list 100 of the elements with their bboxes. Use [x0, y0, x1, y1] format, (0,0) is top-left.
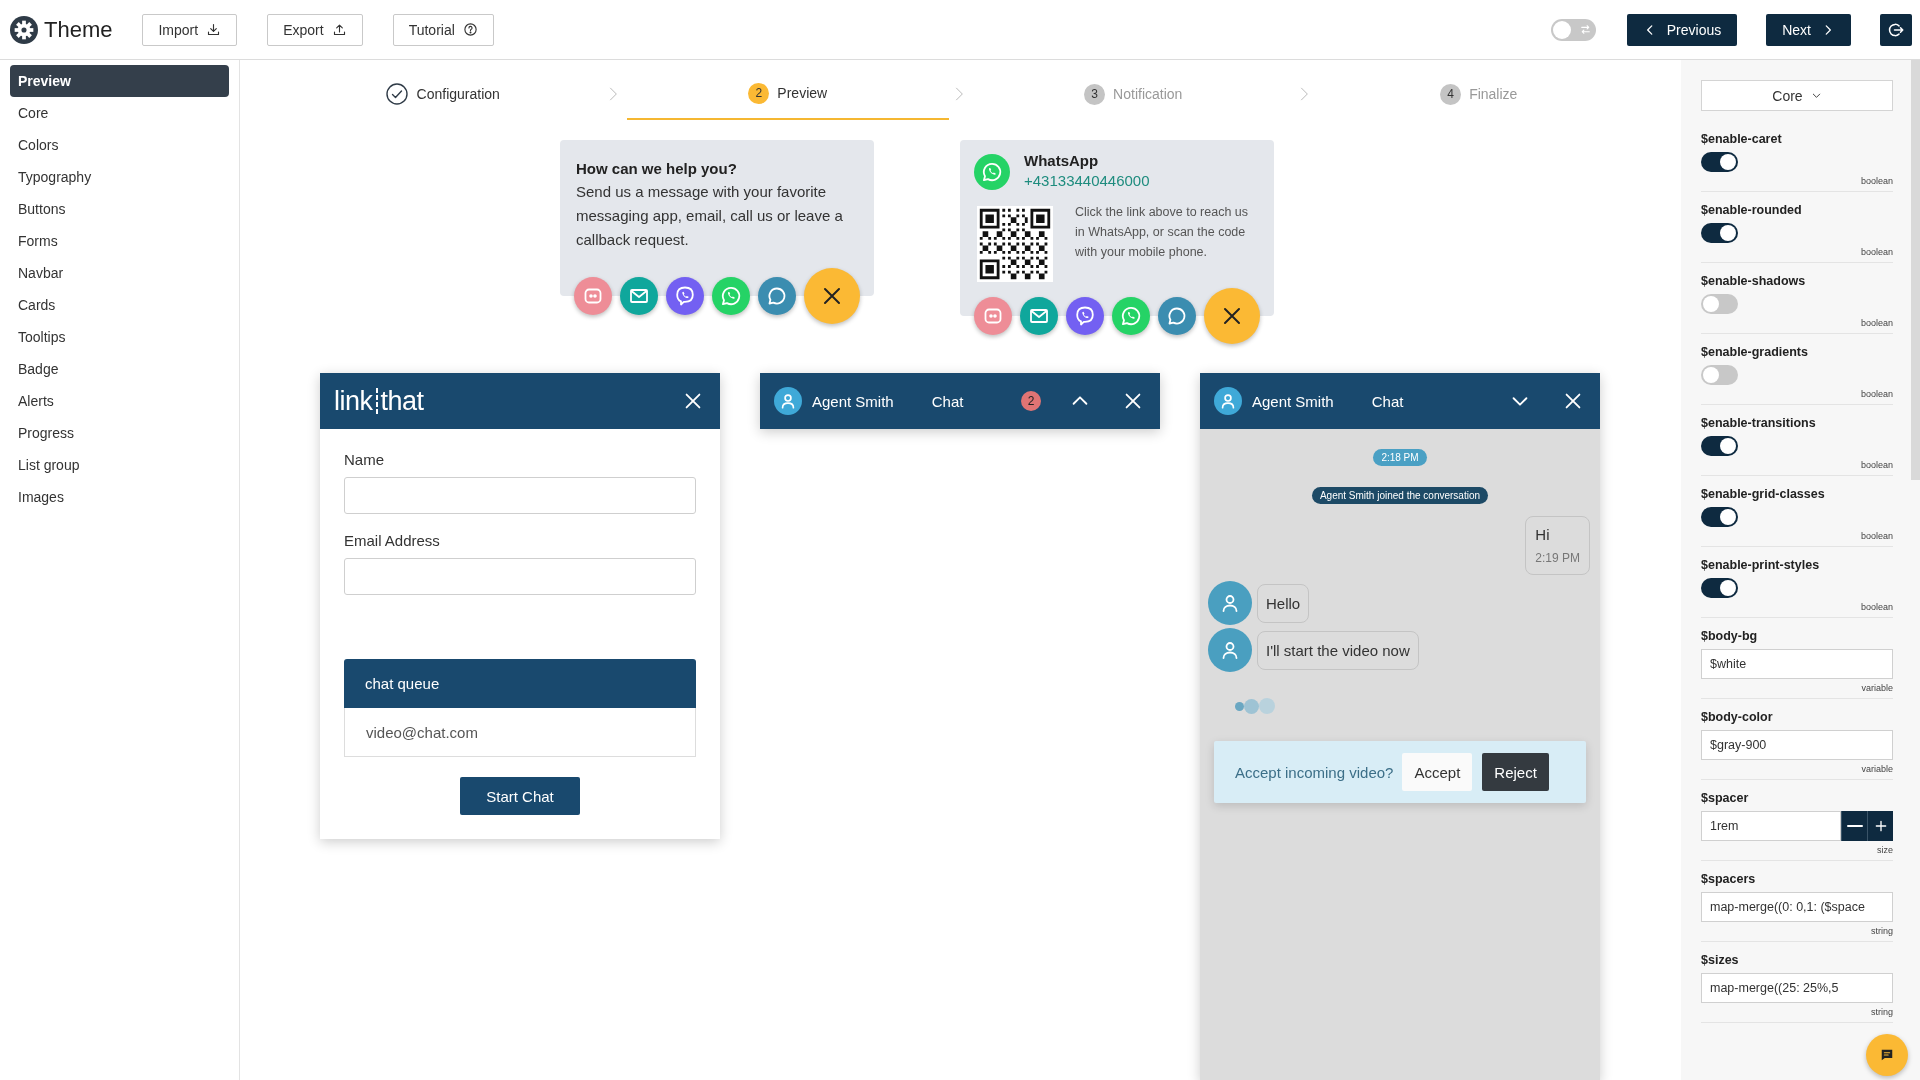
increment-button[interactable] — [1867, 811, 1893, 841]
email-button[interactable] — [620, 277, 658, 315]
toggle-switch[interactable] — [1701, 223, 1738, 243]
chat-title: Chat — [931, 392, 964, 410]
text-field[interactable] — [344, 558, 696, 595]
setting-name: $sizes — [1701, 953, 1740, 967]
setting-name: $enable-grid-classes — [1701, 487, 1826, 501]
phone-bubble-icon — [719, 284, 743, 308]
reject-button[interactable]: Reject — [1482, 753, 1549, 791]
text-field[interactable]: $gray-900 — [1701, 730, 1893, 760]
queue-header: chat queue — [344, 659, 696, 708]
sidebar-item[interactable]: Progress — [10, 417, 229, 449]
setting-name: $spacers — [1701, 872, 1757, 886]
sidebar-item[interactable]: Forms — [10, 225, 229, 257]
call-button[interactable] — [1066, 297, 1104, 335]
toggle-switch[interactable] — [1701, 152, 1738, 172]
scrollbar-thumb[interactable] — [1911, 60, 1920, 480]
chat-fab-button[interactable] — [1866, 1034, 1908, 1076]
setting-name: $enable-transitions — [1701, 416, 1817, 430]
logout-button[interactable] — [1880, 13, 1912, 46]
widget-title: How can we help you? — [576, 160, 738, 177]
instruction-text: Click the link above to reach us in WhatsApp, or scan the code with your mobile phone. — [1075, 204, 1249, 261]
avatar-icon — [1214, 387, 1242, 415]
setting-name: $enable-print-styles — [1701, 558, 1821, 572]
step-tab[interactable]: 2 Preview — [627, 68, 949, 120]
step-number: 2 — [748, 82, 770, 104]
step-label: Preview — [777, 85, 828, 101]
text-field[interactable]: map-merge((0: 0,1: ($space — [1701, 892, 1893, 922]
sidebar-item[interactable]: Colors — [10, 129, 229, 161]
field-label: Email Address — [344, 532, 441, 549]
text-field[interactable]: map-merge((25: 25%,5 — [1701, 973, 1893, 1003]
message-text: Hi — [1535, 526, 1551, 543]
logo: link that — [334, 385, 424, 417]
widget-message: Send us a message with your favorite messaging app, email, call us or leave a callback request. — [576, 182, 844, 250]
chat-title: Chat — [1371, 392, 1404, 410]
settings-icon — [10, 15, 38, 44]
text-field[interactable]: 1rem — [1701, 811, 1841, 841]
close-button[interactable] — [1204, 288, 1260, 344]
next-button[interactable]: Next — [1766, 13, 1851, 46]
qr-code-icon — [977, 206, 1053, 282]
import-button[interactable]: Import — [142, 13, 238, 46]
type-label: boolean — [1860, 389, 1893, 399]
sidebar-item[interactable]: Images — [10, 481, 229, 513]
sidebar-item[interactable]: Cards — [10, 289, 229, 321]
type-label: size — [1877, 845, 1893, 855]
phone-bubble-icon — [1073, 304, 1097, 328]
step-label: Configuration — [416, 86, 500, 102]
chat-logo-icon — [974, 154, 1010, 190]
type-label: variable — [1861, 764, 1893, 774]
sidebar-item[interactable]: Tooltips — [10, 321, 229, 353]
sidebar-item[interactable]: Typography — [10, 161, 229, 193]
setting-name: $spacer — [1701, 791, 1750, 805]
step-tab[interactable]: 4 Finalize — [1318, 68, 1640, 120]
email-button[interactable] — [1020, 297, 1058, 335]
toggle-switch[interactable] — [1701, 365, 1738, 385]
text-field[interactable]: $white — [1701, 649, 1893, 679]
typing-indicator — [1235, 698, 1275, 714]
toggle-switch[interactable] — [1701, 578, 1738, 598]
close-button[interactable] — [804, 268, 860, 324]
chat-button[interactable] — [758, 277, 796, 315]
setting-name: $body-bg — [1701, 629, 1759, 643]
setting-name: $enable-shadows — [1701, 274, 1807, 288]
sidebar-item[interactable]: Preview — [10, 65, 229, 97]
swap-icon — [1578, 23, 1592, 36]
decrement-button[interactable] — [1841, 811, 1867, 841]
field-label: Name — [344, 451, 385, 468]
toggle-switch[interactable] — [1701, 507, 1738, 527]
step-tab[interactable]: Configuration — [281, 68, 603, 120]
sidebar-item[interactable]: List group — [10, 449, 229, 481]
message-bubble: Hello — [1257, 583, 1310, 623]
chat-button[interactable] — [1158, 297, 1196, 335]
sidebar-item[interactable]: Core — [10, 97, 229, 129]
step-tab[interactable]: 3 Notification — [972, 68, 1294, 120]
start-chat-button[interactable]: Start Chat — [460, 777, 580, 815]
type-label: boolean — [1860, 247, 1893, 257]
type-label: boolean — [1860, 318, 1893, 328]
type-label: string — [1871, 926, 1893, 936]
step-label: Notification — [1113, 86, 1183, 102]
sidebar-item[interactable]: Navbar — [10, 257, 229, 289]
sidebar-item[interactable]: Buttons — [10, 193, 229, 225]
message-bubble: I'll start the video now — [1257, 630, 1419, 670]
sidebar-item[interactable]: Alerts — [10, 385, 229, 417]
export-button[interactable]: Export — [267, 13, 363, 46]
section-dropdown[interactable]: Core — [1701, 80, 1893, 111]
upload-icon — [331, 22, 347, 37]
sidebar-item[interactable]: Badge — [10, 353, 229, 385]
toggle-switch[interactable] — [1701, 294, 1738, 314]
previous-button[interactable]: Previous — [1626, 13, 1738, 46]
type-label: boolean — [1860, 460, 1893, 470]
check-circle-icon — [384, 82, 409, 106]
queue-address[interactable]: video@chat.com — [344, 708, 696, 757]
call-button[interactable] — [666, 277, 704, 315]
avatar-icon — [774, 387, 802, 415]
accept-button[interactable]: Accept — [1402, 753, 1473, 791]
text-field[interactable] — [344, 477, 696, 514]
prompt-text: Accept incoming video? — [1235, 763, 1394, 781]
toggle-switch[interactable] — [1701, 436, 1738, 456]
help-button[interactable]: Tutorial — [392, 13, 494, 46]
unread-badge: 2 — [1021, 391, 1041, 411]
toggle-switch[interactable] — [1550, 18, 1596, 41]
